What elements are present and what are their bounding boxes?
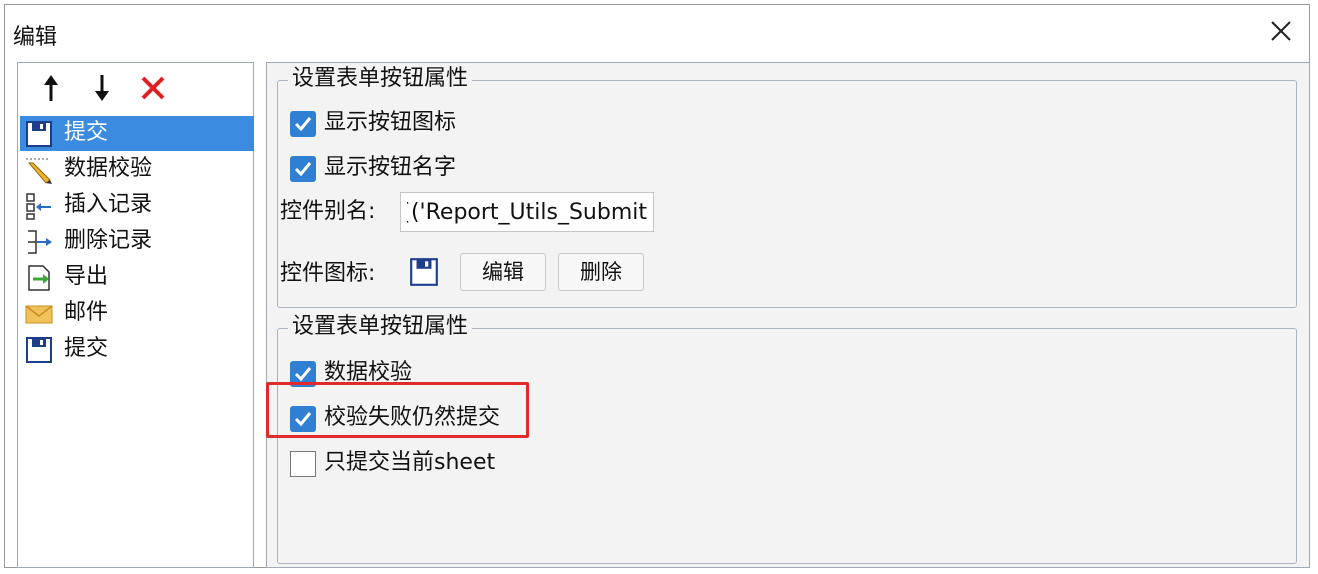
tree-item-export[interactable]: 导出 [20,260,254,295]
title-bar: 编辑 [5,5,1309,57]
tree-item-insert-record[interactable]: 插入记录 [20,188,254,223]
checkbox-unchecked[interactable] [290,451,316,477]
current-sheet-only-checkbox[interactable]: 只提交当前sheet [290,449,590,479]
tree-item-submit[interactable]: 提交 [20,116,254,151]
export-icon [24,263,54,293]
group-legend: 设置表单按钮属性 [288,64,473,94]
checkbox-label: 显示按钮名字 [324,155,457,180]
button-list-pane: 提交 数据校验 插入记录 删除记录 导出 邮件 提交 [17,62,254,568]
delete-record-icon [24,227,54,257]
tree-item-submit-2[interactable]: 提交 [20,332,254,367]
tree-item-label: 邮件 [64,300,109,325]
close-icon[interactable] [1267,17,1295,45]
save-icon [24,335,54,365]
tree-item-delete-record[interactable]: 删除记录 [20,224,254,259]
tree-item-label: 数据校验 [64,156,153,181]
mail-icon [24,299,54,329]
checkbox-checked[interactable] [290,111,316,137]
tree-item-label: 导出 [64,264,109,289]
list-toolbar [18,63,253,113]
edit-icon-button[interactable]: 编辑 [460,253,546,291]
save-icon [408,256,440,288]
checkbox-checked[interactable] [290,406,316,432]
show-name-checkbox[interactable]: 显示按钮名字 [290,154,590,184]
tree-item-label: 插入记录 [64,192,153,217]
checkbox-label: 校验失败仍然提交 [324,405,501,430]
alias-input[interactable] [400,192,654,232]
insert-record-icon [24,191,54,221]
save-icon [24,119,54,149]
submit-on-fail-checkbox[interactable]: 校验失败仍然提交 [290,404,590,434]
checkbox-label: 显示按钮图标 [324,110,457,135]
checkbox-checked[interactable] [290,361,316,387]
edit-dialog: 编辑 提交 数据校验 插入记录 删除记录 导出 邮件 提交 设置表单按钮属性 显… [4,4,1310,568]
validate-pencil-icon [24,155,54,185]
checkbox-label: 只提交当前sheet [324,450,496,475]
properties-pane: 设置表单按钮属性 显示按钮图标 显示按钮名字 控件别名: 控件图标: [266,62,1310,568]
tree-item-validate[interactable]: 数据校验 [20,152,254,187]
icon-label: 控件图标: [280,261,376,286]
tree-item-label: 提交 [64,120,109,145]
checkbox-label: 数据校验 [324,360,413,385]
delete-icon-button[interactable]: 删除 [558,253,644,291]
submit-properties-group: 设置表单按钮属性 数据校验 校验失败仍然提交 只提交当前sheet [277,312,1297,564]
alias-label: 控件别名: [280,199,376,224]
data-validation-checkbox[interactable]: 数据校验 [290,359,590,389]
tree-item-label: 删除记录 [64,228,153,253]
button-properties-group: 设置表单按钮属性 显示按钮图标 显示按钮名字 控件别名: 控件图标: [277,64,1297,308]
arrow-up-icon[interactable] [34,71,68,105]
delete-x-icon[interactable] [136,71,170,105]
checkbox-checked[interactable] [290,156,316,182]
dialog-title: 编辑 [13,25,58,50]
arrow-down-icon[interactable] [85,71,119,105]
group-legend: 设置表单按钮属性 [288,312,473,342]
show-icon-checkbox[interactable]: 显示按钮图标 [290,109,590,139]
tree-item-label: 提交 [64,336,109,361]
tree-item-mail[interactable]: 邮件 [20,296,254,331]
